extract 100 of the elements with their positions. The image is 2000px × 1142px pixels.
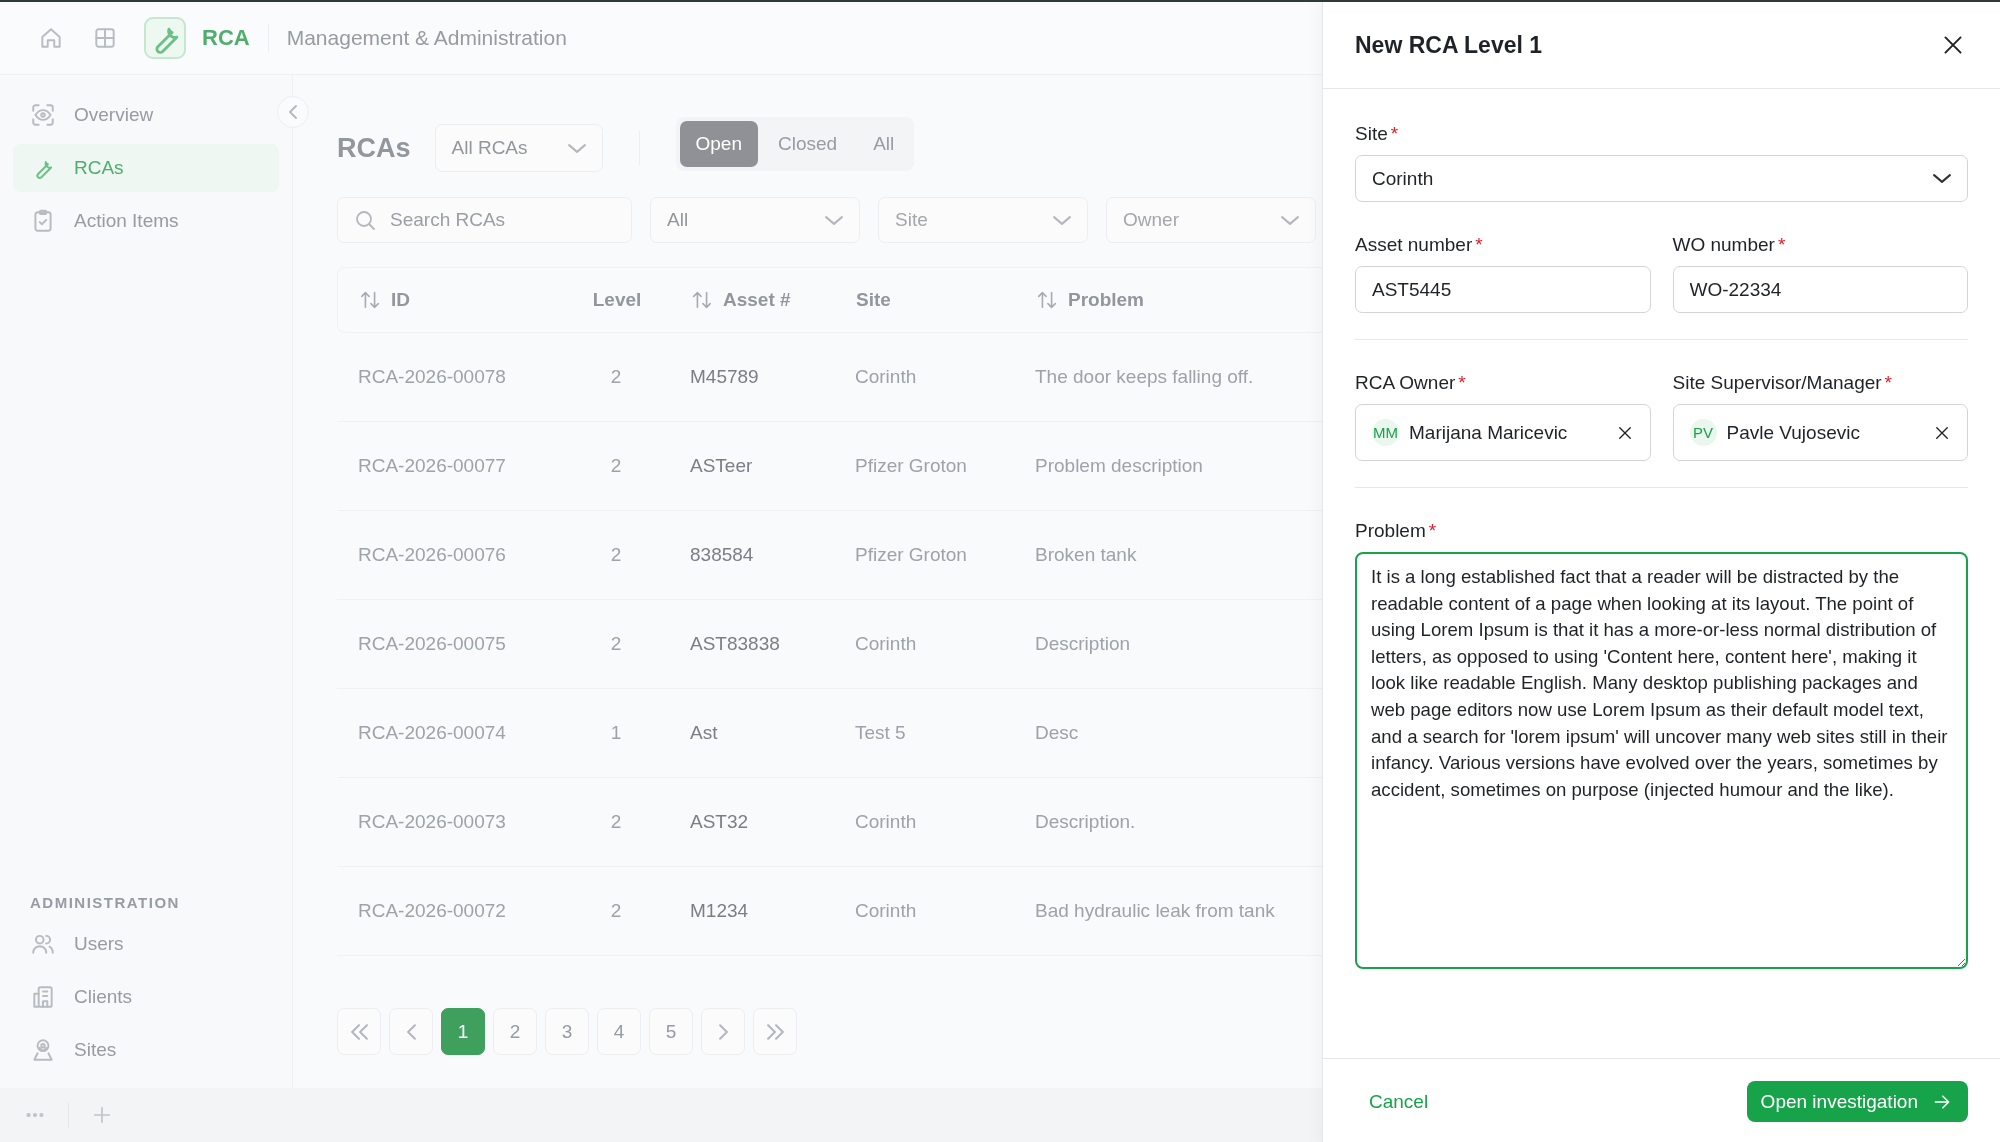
input-field[interactable]: AST5445 — [1355, 266, 1651, 313]
last-page-icon — [766, 1023, 784, 1040]
table-cell-text: M1234 — [689, 900, 750, 922]
chevron-down-icon — [1053, 215, 1071, 225]
table-cell-text: Bad hydraulic leak from tank — [1035, 900, 1276, 922]
page-button[interactable]: 1 — [441, 1008, 485, 1055]
table-cell-text: 2 — [609, 366, 623, 388]
sort-icon — [1036, 289, 1058, 311]
table-cell-text: Pfizer Groton — [855, 455, 968, 477]
first-page-icon — [350, 1023, 368, 1040]
avatar: MM — [1372, 419, 1399, 446]
table-cell-text: Ast — [689, 722, 719, 744]
table-cell-text: RCA-2026-00074 — [358, 722, 507, 744]
required-mark: * — [1458, 372, 1466, 394]
filter-dropdown[interactable]: All — [650, 197, 860, 243]
view-dropdown[interactable]: All RCAs — [434, 124, 603, 172]
plus-icon[interactable] — [91, 1104, 113, 1126]
required-mark: * — [1390, 123, 1399, 145]
column-header: Level — [591, 289, 643, 311]
sortable-column-header[interactable]: ID — [359, 289, 577, 311]
problem-textarea[interactable]: It is a long established fact that a reader will be distracted by the readable content of a page when looking at its layout. The point of using Lorem Ipsum is that it has a more-or-less normal distribution of letters, as opposed to using 'Content here, content here', making it look like readable English. Many desktop publishing packages and web page editors now use Lorem Ipsum as their default model text, and a search for 'lorem ipsum' will uncover many web sites still in their infancy. Various versions have evolved over the years, sometimes by accident, sometimes on purpose (injected humour and the like). — [1355, 552, 1968, 969]
table-cell-text: 2 — [609, 900, 623, 922]
person-field[interactable]: MM Marijana Maricevic — [1355, 404, 1651, 461]
page-button[interactable]: 3 — [545, 1008, 589, 1055]
cancel-button[interactable]: Cancel — [1357, 1084, 1441, 1119]
filter-dropdown[interactable]: Owner — [1106, 197, 1316, 243]
section-title: Management & Administration — [286, 26, 567, 50]
table-cell-text: Test 5 — [855, 722, 907, 744]
table-cell-text: Description — [1035, 633, 1132, 655]
previous-page-icon — [406, 1023, 416, 1040]
table-cell-text: AST32 — [689, 811, 750, 833]
sortable-column-header[interactable]: Asset # — [657, 289, 856, 311]
table-cell-text: RCA-2026-00072 — [358, 900, 507, 922]
table-cell-text: 1 — [609, 722, 623, 744]
table-cell-text: The door keeps falling off. — [1035, 366, 1255, 388]
first-page-button[interactable] — [337, 1008, 381, 1055]
table-cell-text: Problem description — [1035, 455, 1204, 477]
table-cell-text: Corinth — [855, 900, 918, 922]
sidebar-item[interactable]: Users — [13, 920, 279, 968]
home-icon[interactable] — [38, 25, 64, 51]
person-field[interactable]: PV Pavle Vujosevic — [1672, 404, 1968, 461]
column-header: Site — [856, 289, 892, 311]
app-name: RCA — [202, 25, 250, 51]
chevron-down-icon — [825, 215, 843, 225]
table-cell-text: 2 — [609, 455, 623, 477]
table-cell-text: 2 — [609, 633, 623, 655]
previous-page-button[interactable] — [389, 1008, 433, 1055]
table-cell-text: 2 — [609, 811, 623, 833]
page-button[interactable]: 5 — [649, 1008, 693, 1055]
table-cell-text: AST83838 — [689, 633, 781, 655]
filter-dropdown[interactable]: Site — [878, 197, 1088, 243]
required-mark: * — [1884, 372, 1892, 394]
next-page-button[interactable] — [701, 1008, 745, 1055]
field-label: Asset number — [1355, 234, 1473, 256]
table-cell-text: Broken tank — [1035, 544, 1138, 566]
chevron-down-icon — [1933, 174, 1951, 183]
status-tab[interactable]: Closed — [762, 121, 854, 167]
table-cell-text: Pfizer Groton — [855, 544, 968, 566]
page-button[interactable]: 2 — [493, 1008, 537, 1055]
open-investigation-button[interactable]: Open investigation — [1746, 1081, 1968, 1122]
required-mark: * — [1777, 234, 1786, 256]
table-cell-text: M45789 — [689, 366, 760, 388]
table-cell-text: RCA-2026-00078 — [358, 366, 507, 388]
panel-title: New RCA Level 1 — [1355, 31, 1543, 59]
table-cell-text: Corinth — [855, 366, 918, 388]
eye-scan-icon — [30, 102, 56, 128]
field-label: Problem — [1355, 520, 1426, 542]
person-name: Marijana Maricevic — [1409, 421, 1569, 444]
sortable-column-header[interactable]: Problem — [1036, 289, 1322, 311]
sort-icon — [359, 289, 381, 311]
table-cell-text: 2 — [609, 544, 623, 566]
input-field[interactable]: WO-22334 — [1672, 266, 1968, 313]
sidebar-item[interactable]: Clients — [13, 973, 279, 1021]
required-mark: * — [1428, 520, 1437, 542]
page-button[interactable]: 4 — [597, 1008, 641, 1055]
next-page-icon — [718, 1023, 728, 1040]
sidebar-item[interactable]: Sites — [13, 1026, 279, 1074]
last-page-button[interactable] — [753, 1008, 797, 1055]
required-mark: * — [1475, 234, 1483, 256]
field-label: Site Supervisor/Manager — [1672, 372, 1882, 394]
chevron-down-icon — [567, 143, 586, 153]
avatar: PV — [1689, 419, 1717, 446]
sidebar-item[interactable]: Overview — [13, 91, 279, 139]
page-title: RCAs — [337, 132, 411, 164]
table-cell-text: 838584 — [689, 544, 755, 566]
table-cell-text: Description. — [1035, 811, 1137, 833]
sort-icon — [691, 289, 713, 311]
status-tab[interactable]: All — [857, 121, 911, 167]
grid-icon[interactable] — [92, 25, 118, 51]
table-cell-text: RCA-2026-00073 — [358, 811, 507, 833]
table-cell-text: RCA-2026-00075 — [358, 633, 507, 655]
site-select[interactable]: Corinth — [1355, 155, 1968, 202]
search-field[interactable]: Search RCAs — [337, 197, 632, 243]
field-label: RCA Owner — [1355, 372, 1456, 394]
sidebar-item[interactable]: RCAs — [13, 144, 279, 192]
table-cell-text: Corinth — [855, 811, 918, 833]
sidebar-item[interactable]: Action Items — [13, 197, 279, 245]
status-tab[interactable]: Open — [679, 121, 758, 167]
building-icon — [30, 984, 56, 1010]
table-cell-text: RCA-2026-00077 — [358, 455, 507, 477]
